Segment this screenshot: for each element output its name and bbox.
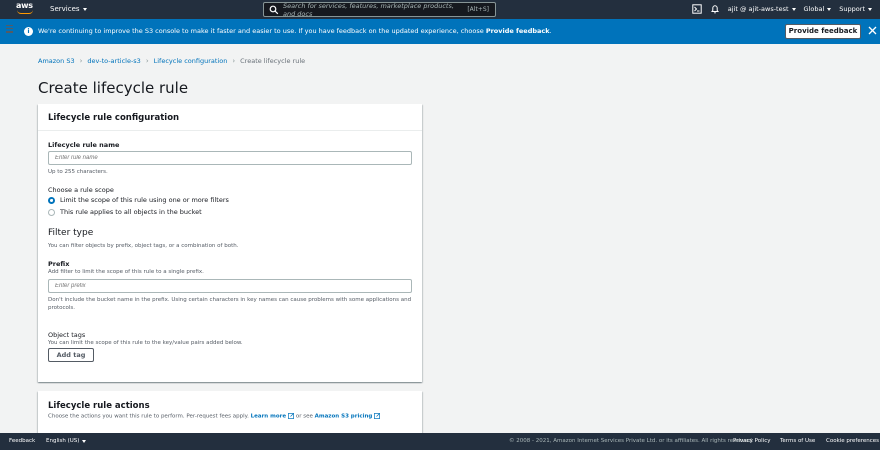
rule-name-hint: Up to 255 characters. <box>48 169 108 175</box>
top-navigation: aws Services Search for services, featur… <box>0 0 880 19</box>
menu-icon[interactable] <box>6 25 13 35</box>
caret-down-icon <box>868 7 872 11</box>
aws-logo[interactable]: aws <box>16 2 34 17</box>
region-menu[interactable]: Global <box>804 5 832 13</box>
prefix-label: Prefix <box>48 260 70 268</box>
caret-down-icon <box>791 7 796 11</box>
panel-title: Lifecycle rule actions <box>48 401 150 411</box>
actions-desc-text: Choose the actions you want this rule to… <box>48 413 251 420</box>
cookie-preferences-link[interactable]: Cookie preferences <box>826 438 879 444</box>
radio-unselected-icon[interactable] <box>48 208 55 216</box>
caret-down-icon <box>82 7 87 11</box>
region-label: Global <box>803 5 825 13</box>
caret-down-icon <box>82 439 87 443</box>
banner-message-text: We're continuing to improve the S3 conso… <box>38 27 486 35</box>
search-icon <box>269 5 279 14</box>
breadcrumb-lifecycle-configuration[interactable]: Lifecycle configuration <box>154 57 228 65</box>
provide-feedback-button[interactable]: Provide feedback <box>785 24 861 39</box>
external-link-icon <box>374 413 381 419</box>
search-shortcut: [Alt+S] <box>467 6 489 13</box>
language-selector[interactable]: English (US) <box>46 438 87 444</box>
breadcrumb: Amazon S3 › dev-to-article-s3 › Lifecycl… <box>38 57 305 65</box>
account-label: ajit @ ajit-aws-test <box>727 5 789 13</box>
object-tags-label: Object tags <box>48 331 86 339</box>
bell-icon[interactable] <box>710 4 720 14</box>
aws-smile-icon <box>17 10 33 14</box>
radio-selected-icon[interactable] <box>48 196 55 204</box>
caret-down-icon <box>827 7 832 11</box>
scope-option-label: This rule applies to all objects in the … <box>60 208 202 216</box>
info-icon: i <box>24 27 33 36</box>
support-label: Support <box>839 5 865 13</box>
s3-pricing-link[interactable]: Amazon S3 pricing <box>315 414 373 420</box>
services-label: Services <box>50 5 80 13</box>
terms-of-use-link[interactable]: Terms of Use <box>780 438 815 444</box>
actions-desc-mid: or see <box>294 413 315 420</box>
search-input[interactable]: Search for services, features, marketpla… <box>283 2 467 18</box>
services-menu[interactable]: Services <box>50 5 87 13</box>
search-bar[interactable]: Search for services, features, marketpla… <box>263 2 496 18</box>
filter-type-title: Filter type <box>48 228 94 238</box>
cloudshell-icon[interactable] <box>692 4 702 14</box>
support-menu[interactable]: Support <box>839 5 872 13</box>
panel-title: Lifecycle rule configuration <box>38 104 422 131</box>
breadcrumb-bucket[interactable]: dev-to-article-s3 <box>87 57 140 65</box>
object-tags-desc: You can limit the scope of this rule to … <box>48 340 243 346</box>
breadcrumb-separator: › <box>145 57 149 65</box>
breadcrumb-separator: › <box>232 57 236 65</box>
actions-desc: Choose the actions you want this rule to… <box>48 413 381 420</box>
scope-option-label: Limit the scope of this rule using one o… <box>60 196 229 204</box>
language-label: English (US) <box>46 438 80 444</box>
scope-option-filters[interactable]: Limit the scope of this rule using one o… <box>48 196 229 204</box>
breadcrumb-amazon-s3[interactable]: Amazon S3 <box>38 57 75 65</box>
prefix-input[interactable] <box>48 279 412 293</box>
rule-name-label: Lifecycle rule name <box>48 141 120 149</box>
lifecycle-rule-configuration-panel: Lifecycle rule configuration Lifecycle r… <box>38 104 422 382</box>
aws-logo-text: aws <box>16 1 33 10</box>
filter-type-desc: You can filter objects by prefix, object… <box>48 243 239 249</box>
close-icon[interactable] <box>868 26 877 35</box>
breadcrumb-current: Create lifecycle rule <box>240 57 306 65</box>
banner-message-end: . <box>549 27 552 35</box>
nav-right-group: ajit @ ajit-aws-test Global Support <box>692 4 872 14</box>
copyright-text: © 2008 - 2021, Amazon Internet Services … <box>509 438 754 444</box>
prefix-desc: Add filter to limit the scope of this ru… <box>48 269 204 275</box>
scope-option-all-objects[interactable]: This rule applies to all objects in the … <box>48 208 202 216</box>
add-tag-button[interactable]: Add tag <box>48 348 94 362</box>
rule-name-input[interactable] <box>48 151 412 165</box>
breadcrumb-separator: › <box>79 57 83 65</box>
privacy-policy-link[interactable]: Privacy Policy <box>733 438 770 444</box>
prefix-hint: Don't include the bucket name in the pre… <box>48 297 412 311</box>
footer-feedback-link[interactable]: Feedback <box>9 438 35 444</box>
footer: Feedback English (US) © 2008 - 2021, Ama… <box>0 433 880 450</box>
learn-more-link[interactable]: Learn more <box>251 414 286 420</box>
page-title: Create lifecycle rule <box>38 79 189 97</box>
banner-message: We're continuing to improve the S3 conso… <box>38 27 552 35</box>
banner-message-bold: Provide feedback <box>485 27 550 35</box>
scope-label: Choose a rule scope <box>48 186 114 194</box>
account-menu[interactable]: ajit @ ajit-aws-test <box>728 5 796 13</box>
